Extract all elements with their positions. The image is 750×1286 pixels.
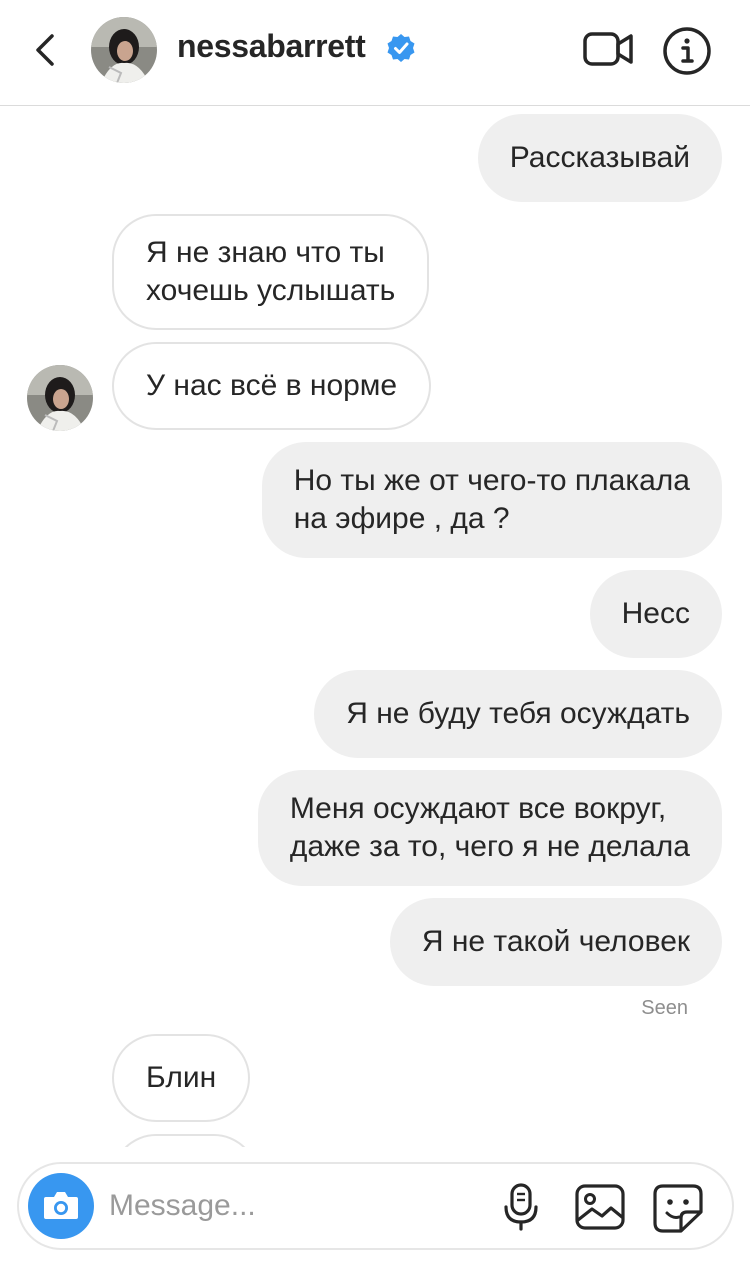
message-composer [17, 1162, 734, 1250]
sticker-icon[interactable] [651, 1182, 705, 1234]
verified-badge-icon [387, 34, 415, 62]
message-bubble-incoming[interactable]: У нас всё в норме [112, 342, 432, 430]
seen-status: Seen [641, 997, 688, 1019]
message-input[interactable] [109, 1186, 469, 1226]
message-text: Я не знаю что ты [146, 236, 385, 269]
message-bubble-outgoing[interactable]: Я не такой человек [389, 898, 722, 986]
message-text: Меня осуждают все вокруг, [289, 792, 667, 825]
message-text: Я не буду тебя осуждать [346, 697, 690, 730]
message-bubble-outgoing[interactable]: Несс [589, 570, 722, 658]
message-bubble-incoming[interactable]: Я не знаю что ты хочешь услышать [112, 214, 430, 330]
message-text: Рассказывай [509, 141, 690, 174]
video-camera-icon[interactable] [582, 27, 634, 71]
message-text: Я не такой человек [421, 925, 690, 958]
message-text: Несс [621, 597, 690, 630]
message-bubble-outgoing[interactable]: Меня осуждают все вокруг, даже за то, че… [257, 770, 722, 886]
message-text: даже за то, чего я не делала [289, 830, 690, 863]
microphone-icon[interactable] [497, 1182, 545, 1232]
image-icon[interactable] [573, 1182, 627, 1232]
message-text: на эфире , да ? [293, 502, 510, 535]
message-bubble-incoming-partial[interactable] [112, 1134, 258, 1147]
avatar[interactable] [27, 365, 93, 431]
avatar[interactable] [91, 17, 157, 83]
username[interactable]: nessabarrett [177, 28, 366, 65]
message-bubble-outgoing[interactable]: Я не буду тебя осуждать [314, 670, 722, 758]
chevron-left-icon[interactable] [28, 26, 64, 74]
camera-icon [44, 1192, 78, 1219]
message-bubble-outgoing[interactable]: Но ты же от чего-то плакала на эфире , д… [261, 442, 722, 558]
message-text: Но ты же от чего-то плакала [293, 464, 690, 497]
message-list[interactable]: Рассказывай Я не знаю что ты хочешь услы… [0, 107, 750, 1147]
message-bubble-incoming[interactable]: Блин [112, 1034, 251, 1122]
message-bubble-outgoing[interactable]: Рассказывай [477, 114, 722, 202]
message-text: Блин [146, 1061, 217, 1094]
message-text: У нас всё в норме [146, 369, 398, 402]
info-icon[interactable] [662, 26, 712, 76]
chat-header: nessabarrett [0, 0, 750, 106]
camera-button[interactable] [28, 1173, 94, 1239]
message-text: хочешь услышать [146, 274, 396, 307]
